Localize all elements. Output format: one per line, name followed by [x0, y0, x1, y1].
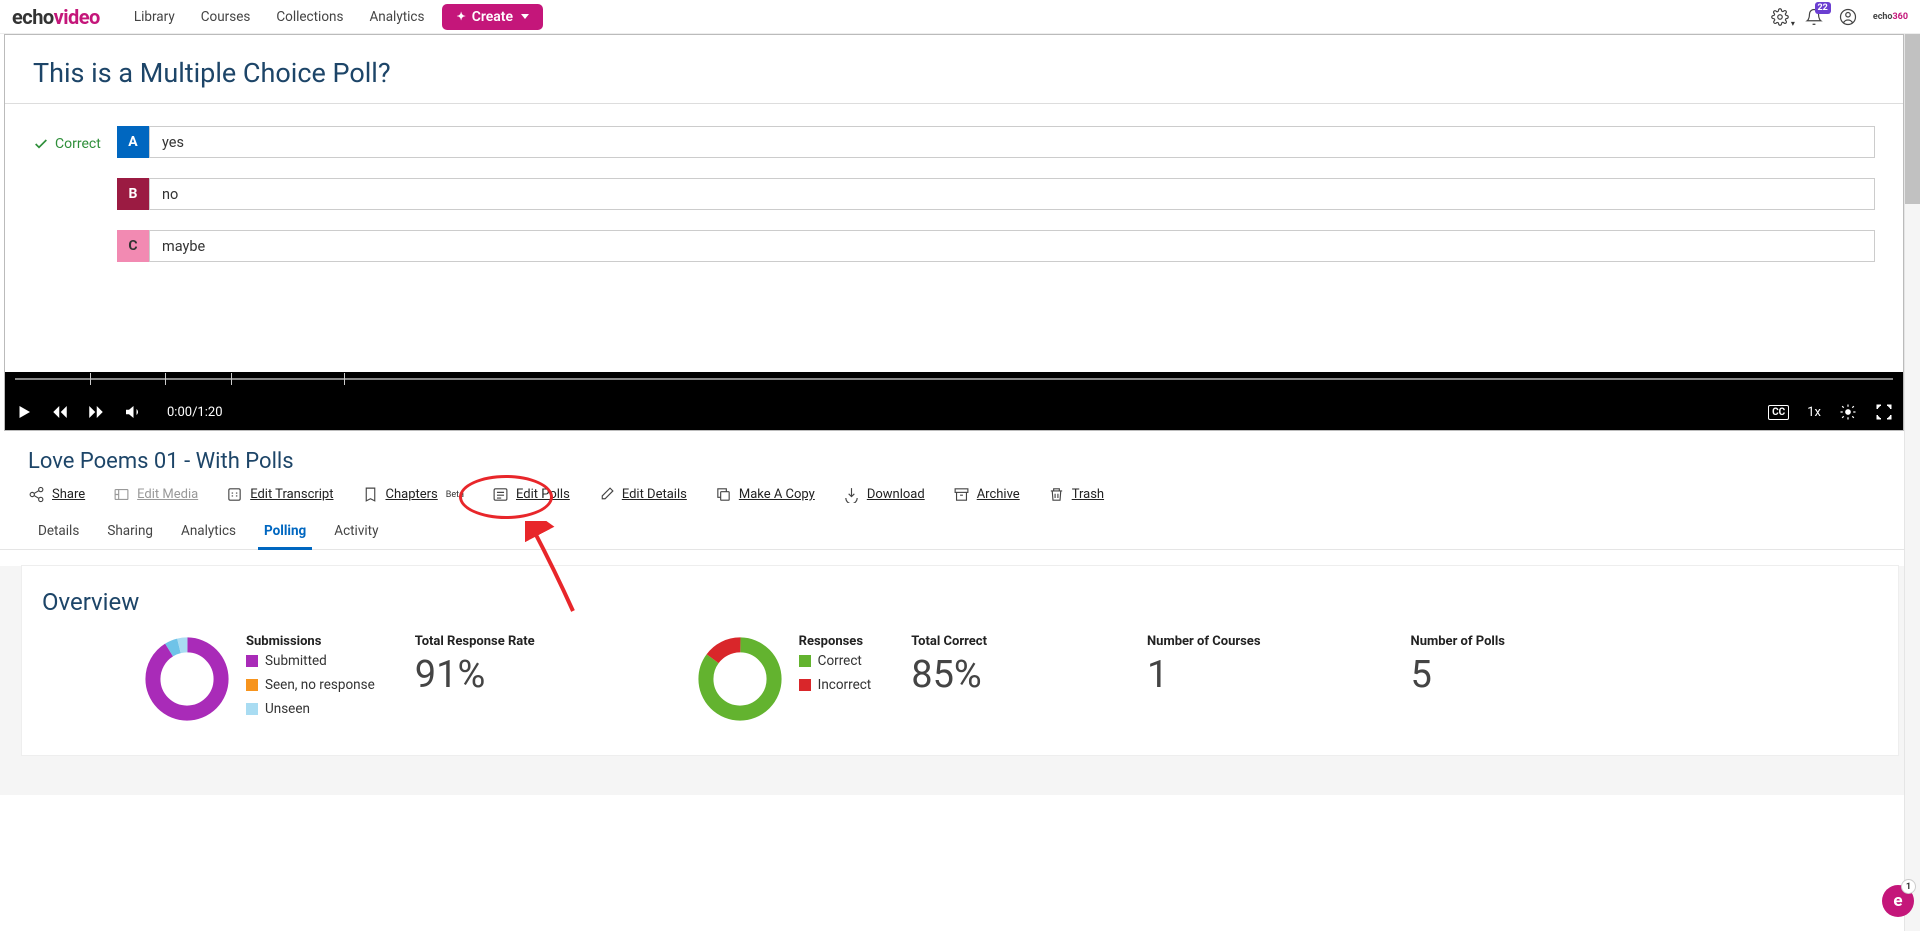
num-courses-label: Number of Courses	[1147, 634, 1261, 649]
brand-logo[interactable]: echovideo	[12, 5, 100, 29]
player-controls: 0:00/1:20 CC 1x	[5, 372, 1903, 430]
media-tabs: Details Sharing Analytics Polling Activi…	[0, 517, 1920, 550]
primary-nav: Library Courses Collections Analytics	[134, 9, 425, 25]
nav-library[interactable]: Library	[134, 9, 175, 25]
nav-collections[interactable]: Collections	[276, 9, 343, 25]
top-bar: echovideo Library Courses Collections An…	[0, 0, 1920, 34]
legend-unseen: Unseen	[246, 701, 375, 717]
timecode-display: 0:00/1:20	[167, 405, 223, 420]
edit-polls-action[interactable]: Edit Polls	[492, 486, 570, 503]
num-courses-value: 1	[1147, 653, 1261, 697]
legend-submitted: Submitted	[246, 653, 375, 669]
option-letter-a: A	[117, 126, 149, 158]
poll-panel: This is a Multiple Choice Poll? Correct …	[5, 35, 1903, 372]
tab-details[interactable]: Details	[38, 517, 79, 549]
chapters-action[interactable]: ChaptersBeta	[362, 486, 465, 503]
option-letter-c: C	[117, 230, 149, 262]
account-icon[interactable]	[1839, 8, 1857, 26]
overview-title: Overview	[42, 588, 1878, 616]
settings-gear-icon[interactable]: ▾	[1771, 8, 1789, 26]
volume-button[interactable]	[123, 403, 141, 421]
archive-action[interactable]: Archive	[953, 486, 1020, 503]
nav-analytics[interactable]: Analytics	[369, 9, 424, 25]
create-button[interactable]: Create	[442, 4, 543, 30]
captions-button[interactable]: CC	[1768, 405, 1789, 420]
player-timeline[interactable]	[5, 372, 1903, 394]
help-widget[interactable]: e1	[1882, 885, 1914, 917]
tab-analytics[interactable]: Analytics	[181, 517, 236, 549]
num-polls-value: 5	[1411, 653, 1505, 697]
tab-activity[interactable]: Activity	[334, 517, 378, 549]
total-correct-label: Total Correct	[911, 634, 987, 649]
legend-correct: Correct	[799, 653, 872, 669]
option-letter-b: B	[117, 178, 149, 210]
player-settings-gear-icon[interactable]	[1839, 403, 1857, 421]
tab-sharing[interactable]: Sharing	[107, 517, 153, 549]
option-text-a[interactable]: yes	[149, 126, 1875, 158]
make-copy-action[interactable]: Make A Copy	[715, 486, 815, 503]
poll-option-c-row: C maybe	[33, 230, 1875, 262]
video-player: This is a Multiple Choice Poll? Correct …	[4, 34, 1904, 431]
download-action[interactable]: Download	[843, 486, 925, 503]
nav-courses[interactable]: Courses	[201, 9, 251, 25]
submissions-label: Submissions	[246, 634, 375, 649]
edit-details-action[interactable]: Edit Details	[598, 486, 687, 503]
poll-question-title: This is a Multiple Choice Poll?	[33, 57, 1875, 89]
notifications-bell-icon[interactable]: 22	[1805, 8, 1823, 26]
responses-donut-chart	[695, 634, 785, 724]
vertical-scrollbar[interactable]	[1904, 34, 1920, 931]
poll-option-a-row: Correct A yes	[33, 126, 1875, 158]
tab-polling[interactable]: Polling	[264, 517, 306, 549]
submissions-donut-chart	[142, 634, 232, 724]
correct-indicator: Correct	[33, 126, 117, 158]
media-action-bar: Share Edit Media Edit Transcript Chapter…	[0, 486, 1920, 517]
edit-media-action[interactable]: Edit Media	[113, 486, 198, 503]
edit-transcript-action[interactable]: Edit Transcript	[226, 486, 333, 503]
legend-seen: Seen, no response	[246, 677, 375, 693]
total-correct-value: 85%	[911, 653, 987, 697]
notification-badge: 22	[1815, 2, 1831, 14]
response-rate-label: Total Response Rate	[415, 634, 535, 649]
num-polls-label: Number of Polls	[1411, 634, 1505, 649]
play-button[interactable]	[15, 403, 33, 421]
legend-incorrect: Incorrect	[799, 677, 872, 693]
forward-button[interactable]	[87, 403, 105, 421]
poll-option-b-row: B no	[33, 178, 1875, 210]
playback-speed-button[interactable]: 1x	[1807, 405, 1821, 420]
trash-action[interactable]: Trash	[1048, 486, 1104, 503]
top-right-controls: ▾ 22 echo360	[1771, 8, 1908, 26]
help-widget-badge: 1	[1901, 879, 1916, 894]
response-rate-value: 91%	[415, 653, 535, 697]
media-title: Love Poems 01 - With Polls	[0, 431, 1920, 486]
fullscreen-button[interactable]	[1875, 403, 1893, 421]
overview-card: Overview Submissions Submitted Seen, no …	[22, 566, 1898, 755]
option-text-b[interactable]: no	[149, 178, 1875, 210]
rewind-button[interactable]	[51, 403, 69, 421]
share-action[interactable]: Share	[28, 486, 85, 503]
echo360-mini-logo[interactable]: echo360	[1873, 12, 1908, 22]
option-text-c[interactable]: maybe	[149, 230, 1875, 262]
responses-label: Responses	[799, 634, 872, 649]
